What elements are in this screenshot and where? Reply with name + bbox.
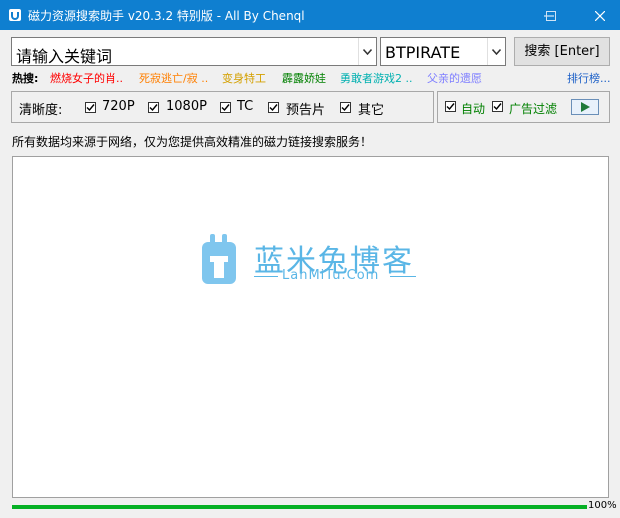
checkbox-720p-label: 720P (102, 99, 135, 114)
keyword-input[interactable]: 请输入关键词 (16, 43, 112, 67)
chevron-down-icon (363, 49, 372, 55)
watermark-line-right (390, 276, 416, 277)
search-button[interactable]: 搜索 [Enter] (514, 37, 610, 66)
check-icon (86, 104, 95, 112)
check-icon (149, 104, 158, 112)
options-group: 自动 广告过滤 (437, 91, 610, 123)
engine-select[interactable]: BTPIRATE (385, 43, 460, 62)
play-icon (581, 102, 590, 112)
checkbox-720p[interactable] (85, 102, 96, 113)
watermark-subtitle: LanMiTu.Com (282, 268, 380, 283)
engine-combobox[interactable]: BTPIRATE (380, 37, 506, 66)
checkbox-tc[interactable] (220, 102, 231, 113)
chevron-down-icon (492, 49, 501, 55)
checkbox-1080p-label: 1080P (166, 99, 207, 114)
hot-item-4[interactable]: 霹露娇娃 (282, 70, 326, 86)
checkbox-tc-label: TC (237, 99, 254, 114)
checkbox-auto-label: 自动 (461, 102, 486, 116)
close-button[interactable] (580, 0, 620, 30)
checkbox-trailer[interactable] (268, 102, 279, 113)
progress-text: 100% (588, 500, 617, 511)
engine-dropdown-button[interactable] (487, 38, 505, 65)
checkbox-trailer-label: 预告片 (286, 103, 326, 118)
magnet-app-icon (8, 8, 22, 22)
title-bar: 磁力资源搜索助手 v20.3.2 特别版 - All By Chenql (0, 0, 620, 30)
checkbox-1080p[interactable] (148, 102, 159, 113)
play-button[interactable] (571, 99, 599, 115)
ranking-link[interactable]: 排行榜... (567, 70, 611, 86)
checkbox-other-label: 其它 (358, 103, 385, 118)
watermark-logo: 蓝米兔博客 LanMiTu.Com (200, 232, 430, 292)
check-icon (493, 103, 502, 111)
keyword-dropdown-button[interactable] (358, 38, 376, 65)
hot-item-2[interactable]: 死寂逃亡/寂 .. (139, 70, 208, 86)
checkbox-ad-filter-label: 广告过滤 (509, 102, 558, 116)
hot-item-3[interactable]: 变身特工 (222, 70, 266, 86)
hot-item-5[interactable]: 勇敢者游戏2 .. (340, 70, 413, 86)
window-title: 磁力资源搜索助手 v20.3.2 特别版 - All By Chenql (28, 9, 305, 23)
rabbit-logo-icon (202, 234, 236, 284)
keyword-combobox[interactable]: 请输入关键词 (11, 37, 377, 66)
results-list[interactable] (12, 156, 609, 498)
progress-bar (12, 505, 587, 509)
watermark-line-left (254, 276, 278, 277)
check-icon (341, 104, 350, 112)
check-icon (269, 104, 278, 112)
checkbox-auto[interactable] (445, 101, 456, 112)
checkbox-ad-filter[interactable] (492, 101, 503, 112)
hot-item-6[interactable]: 父亲的遗愿 (427, 70, 482, 86)
hot-search-label: 热搜: (12, 72, 39, 85)
search-button-label: 搜索 [Enter] (524, 44, 600, 59)
check-icon (221, 104, 230, 112)
filter-group: 清晰度: 720P 1080P TC 预告片 其它 (11, 91, 434, 123)
check-icon (446, 103, 455, 111)
hot-item-1[interactable]: 燃烧女子的肖.. (50, 70, 123, 86)
maximize-button[interactable] (528, 0, 574, 30)
filter-label: 清晰度: (19, 103, 63, 118)
notice-text: 所有数据均来源于网络，仅为您提供高效精准的磁力链接搜索服务！ (12, 135, 373, 149)
checkbox-other[interactable] (340, 102, 351, 113)
